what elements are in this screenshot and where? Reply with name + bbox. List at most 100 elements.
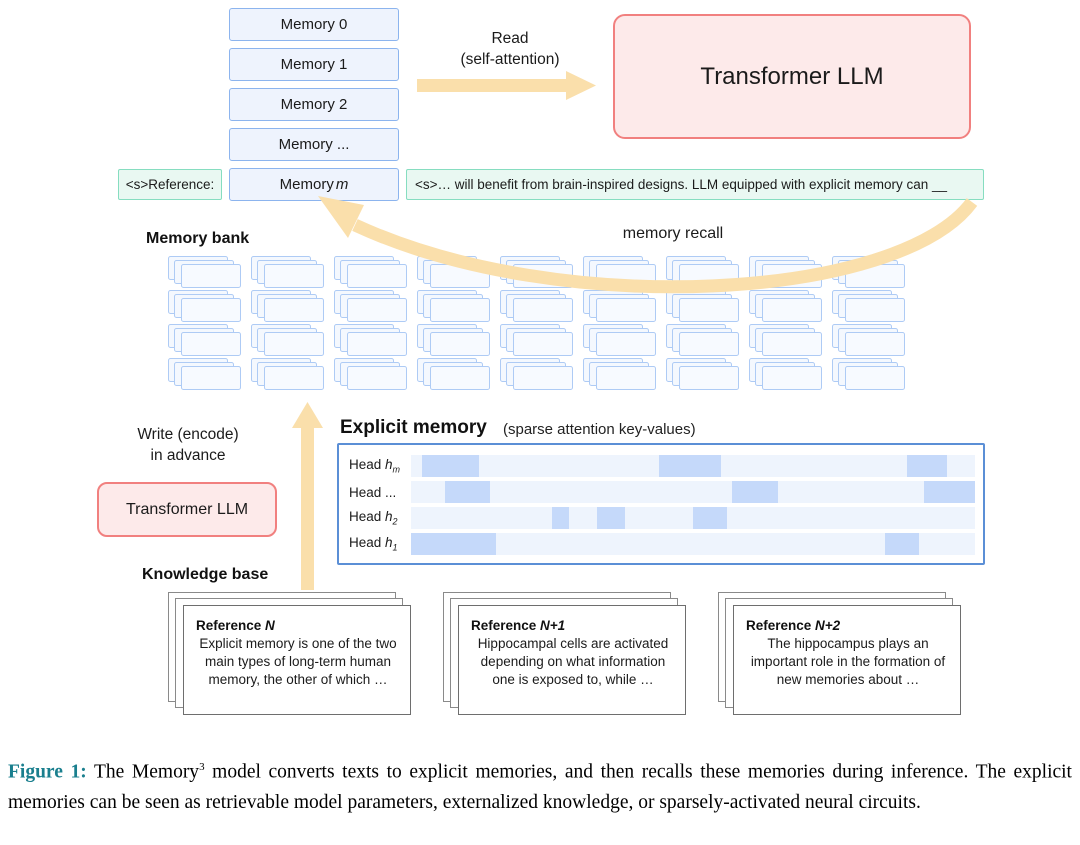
figure-caption: Figure 1: The Memory3 model converts tex… bbox=[8, 752, 1072, 818]
memory-bank-cell bbox=[666, 290, 740, 322]
memory-bank-cell bbox=[583, 324, 657, 356]
memory-bank-cell bbox=[583, 256, 657, 288]
memory-bank-cell bbox=[417, 290, 491, 322]
reference-card-title-var: N+1 bbox=[540, 618, 566, 633]
memory-box-m: Memory m bbox=[229, 168, 399, 201]
memory-bank-card bbox=[264, 264, 324, 288]
reference-card-title-prefix: Reference bbox=[471, 618, 541, 633]
read-self-attention-label: Read (self-attention) bbox=[460, 30, 560, 68]
head-row: Head ... bbox=[339, 481, 983, 503]
memory-bank-card bbox=[430, 332, 490, 356]
head-attention-segment bbox=[422, 455, 479, 477]
memory-bank-cell bbox=[251, 290, 325, 322]
reference-token-box: <s>Reference: bbox=[118, 169, 222, 200]
memory-bank-cell bbox=[500, 290, 574, 322]
memory-bank-card bbox=[264, 332, 324, 356]
memory-bank-cell bbox=[417, 256, 491, 288]
head-row-label: Head hm bbox=[349, 457, 401, 475]
memory-bank-cell bbox=[417, 358, 491, 390]
figure-container: Memory 0 Memory 1 Memory 2 Memory ... Me… bbox=[0, 0, 1080, 845]
reference-card-stack-0: Reference N Explicit memory is one of th… bbox=[168, 592, 418, 720]
memory-bank-cell bbox=[168, 256, 242, 288]
reference-card-stack-2: Reference N+2 The hippocampus plays an i… bbox=[718, 592, 968, 720]
memory-bank-cell bbox=[168, 358, 242, 390]
memory-bank-card bbox=[679, 298, 739, 322]
head-attention-segment bbox=[411, 533, 496, 555]
explicit-memory-sublabel: (sparse attention key-values) bbox=[503, 421, 696, 438]
memory-bank-grid bbox=[168, 256, 916, 392]
head-attention-track bbox=[411, 507, 975, 529]
reference-card-title-prefix: Reference bbox=[196, 618, 266, 633]
head-attention-track bbox=[411, 455, 975, 477]
head-row-label: Head h1 bbox=[349, 535, 398, 553]
prompt-token-box: <s>… will benefit from brain-inspired de… bbox=[406, 169, 984, 200]
memory-bank-cell bbox=[500, 358, 574, 390]
head-row: Head h2 bbox=[339, 507, 983, 529]
transformer-llm-bottom-label: Transformer LLM bbox=[125, 500, 249, 518]
memory-bank-card bbox=[347, 264, 407, 288]
read-arrow bbox=[417, 71, 596, 100]
memory-bank-card bbox=[347, 298, 407, 322]
head-attention-track bbox=[411, 481, 975, 503]
memory-bank-card bbox=[679, 366, 739, 390]
reference-token-label: <s>Reference: bbox=[125, 177, 215, 192]
memory-bank-cell bbox=[666, 358, 740, 390]
explicit-memory-panel: Head hm Head ... Head h2 Head h1 bbox=[337, 443, 985, 565]
reference-card-title-var: N bbox=[265, 618, 275, 633]
memory-box-2-label: Memory 2 bbox=[280, 96, 348, 113]
reference-card-front: Reference N Explicit memory is one of th… bbox=[183, 605, 411, 715]
head-attention-segment bbox=[907, 455, 947, 477]
memory-bank-card bbox=[845, 332, 905, 356]
memory-box-2: Memory 2 bbox=[229, 88, 399, 121]
memory-bank-card bbox=[430, 298, 490, 322]
memory-bank-card bbox=[347, 332, 407, 356]
memory-bank-card bbox=[181, 264, 241, 288]
memory-bank-card bbox=[845, 298, 905, 322]
memory-bank-card bbox=[513, 298, 573, 322]
memory-bank-card bbox=[762, 264, 822, 288]
knowledge-base-label: Knowledge base bbox=[142, 566, 269, 583]
memory-bank-card bbox=[181, 332, 241, 356]
memory-bank-cell bbox=[168, 324, 242, 356]
reference-card-title-prefix: Reference bbox=[746, 618, 816, 633]
head-attention-segment bbox=[732, 481, 778, 503]
memory-bank-card bbox=[596, 366, 656, 390]
transformer-llm-top: Transformer LLM bbox=[613, 14, 971, 139]
memory-box-m-label: Memory bbox=[279, 176, 334, 193]
memory-bank-card bbox=[181, 366, 241, 390]
memory-bank-cell bbox=[251, 256, 325, 288]
memory-bank-cell bbox=[251, 324, 325, 356]
memory-bank-card bbox=[430, 264, 490, 288]
reference-card-stack-1: Reference N+1 Hippocampal cells are acti… bbox=[443, 592, 693, 720]
memory-box-1-label: Memory 1 bbox=[280, 56, 348, 73]
head-row-label: Head ... bbox=[349, 484, 397, 500]
memory-bank-card bbox=[513, 264, 573, 288]
memory-bank-card bbox=[513, 332, 573, 356]
memory-box-1: Memory 1 bbox=[229, 48, 399, 81]
memory-bank-cell bbox=[334, 358, 408, 390]
explicit-memory-label: Explicit memory bbox=[340, 417, 487, 438]
memory-bank-cell bbox=[832, 256, 906, 288]
prompt-token-label: <s>… will benefit from brain-inspired de… bbox=[415, 177, 948, 192]
reference-card-title: Reference N+1 bbox=[471, 618, 675, 633]
memory-bank-cell bbox=[666, 256, 740, 288]
head-attention-segment bbox=[444, 481, 490, 503]
memory-bank-cell bbox=[334, 324, 408, 356]
memory-bank-card bbox=[264, 366, 324, 390]
head-attention-segment bbox=[884, 533, 919, 555]
memory-bank-cell bbox=[500, 324, 574, 356]
memory-bank-cell bbox=[583, 290, 657, 322]
memory-bank-label: Memory bank bbox=[146, 230, 250, 247]
reference-card-body: Explicit memory is one of the two main t… bbox=[199, 636, 397, 687]
head-attention-track bbox=[411, 533, 975, 555]
memory-box-m-italic: m bbox=[335, 176, 349, 193]
memory-bank-card bbox=[430, 366, 490, 390]
write-encode-arrow bbox=[292, 402, 323, 590]
head-attention-segment bbox=[693, 507, 727, 529]
memory-bank-cell bbox=[334, 290, 408, 322]
memory-bank-card bbox=[762, 332, 822, 356]
memory-bank-cell bbox=[583, 358, 657, 390]
reference-card-title-var: N+2 bbox=[815, 618, 841, 633]
write-encode-label: Write (encode) in advance bbox=[137, 426, 239, 464]
memory-box-ellipsis-label: Memory ... bbox=[278, 136, 350, 153]
